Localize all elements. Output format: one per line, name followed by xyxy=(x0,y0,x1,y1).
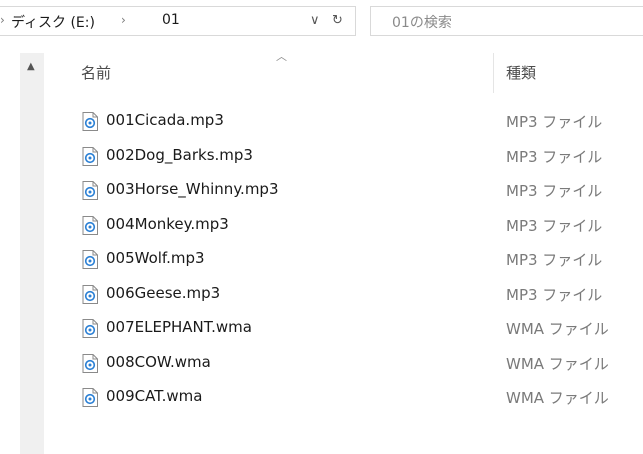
audio-file-icon xyxy=(82,319,98,338)
refresh-icon[interactable]: ↻ xyxy=(332,13,343,28)
audio-file-icon xyxy=(82,285,98,304)
audio-file-icon xyxy=(82,250,98,269)
audio-file-icon xyxy=(82,216,98,235)
vertical-scrollbar[interactable]: ▲ xyxy=(20,53,44,454)
dropdown-chevron-icon[interactable]: ∨ xyxy=(310,13,320,28)
sort-ascending-icon: ︿ xyxy=(276,50,287,63)
scroll-up-icon[interactable]: ▲ xyxy=(27,61,35,72)
file-name[interactable]: 008COW.wma xyxy=(106,353,211,371)
file-row[interactable]: 001Cicada.mp3 MP3 ファイル xyxy=(75,108,643,134)
audio-file-icon xyxy=(82,354,98,373)
file-name[interactable]: 006Geese.mp3 xyxy=(106,284,220,302)
file-name[interactable]: 003Horse_Whinny.mp3 xyxy=(106,180,279,198)
file-type: WMA ファイル xyxy=(506,355,609,373)
file-row[interactable]: 009CAT.wma WMA ファイル xyxy=(75,384,643,410)
file-name[interactable]: 005Wolf.mp3 xyxy=(106,249,205,267)
address-bar[interactable]: › ディスク (E:) › 01 ∨ ↻ xyxy=(0,6,356,36)
search-input[interactable]: 01の検索 xyxy=(370,6,643,36)
file-type: MP3 ファイル xyxy=(506,113,603,131)
file-row[interactable]: 006Geese.mp3 MP3 ファイル xyxy=(75,281,643,307)
audio-file-icon xyxy=(82,112,98,131)
column-header-name[interactable]: 名前 xyxy=(81,62,111,83)
file-row[interactable]: 002Dog_Barks.mp3 MP3 ファイル xyxy=(75,143,643,169)
file-row[interactable]: 005Wolf.mp3 MP3 ファイル xyxy=(75,246,643,272)
file-type: MP3 ファイル xyxy=(506,182,603,200)
file-row[interactable]: 003Horse_Whinny.mp3 MP3 ファイル xyxy=(75,177,643,203)
file-name[interactable]: 007ELEPHANT.wma xyxy=(106,318,252,336)
file-row[interactable]: 008COW.wma WMA ファイル xyxy=(75,350,643,376)
audio-file-icon xyxy=(82,147,98,166)
file-type: MP3 ファイル xyxy=(506,286,603,304)
search-placeholder: 01の検索 xyxy=(392,15,452,31)
file-name[interactable]: 002Dog_Barks.mp3 xyxy=(106,146,253,164)
file-type: MP3 ファイル xyxy=(506,148,603,166)
file-row[interactable]: 007ELEPHANT.wma WMA ファイル xyxy=(75,315,643,341)
file-name[interactable]: 001Cicada.mp3 xyxy=(106,111,224,129)
breadcrumb-folder[interactable]: 01 xyxy=(162,12,180,28)
file-name[interactable]: 004Monkey.mp3 xyxy=(106,215,229,233)
file-row[interactable]: 004Monkey.mp3 MP3 ファイル xyxy=(75,212,643,238)
column-header-type[interactable]: 種類 xyxy=(506,62,536,83)
file-name[interactable]: 009CAT.wma xyxy=(106,387,202,405)
file-type: MP3 ファイル xyxy=(506,217,603,235)
file-type: WMA ファイル xyxy=(506,389,609,407)
breadcrumb-drive[interactable]: ディスク (E:) xyxy=(11,12,95,32)
breadcrumb-chevron-icon[interactable]: › xyxy=(121,13,126,27)
file-type: MP3 ファイル xyxy=(506,251,603,269)
file-type: WMA ファイル xyxy=(506,320,609,338)
breadcrumb-chevron-icon[interactable]: › xyxy=(0,13,5,27)
column-divider[interactable] xyxy=(493,53,494,93)
audio-file-icon xyxy=(82,181,98,200)
audio-file-icon xyxy=(82,388,98,407)
